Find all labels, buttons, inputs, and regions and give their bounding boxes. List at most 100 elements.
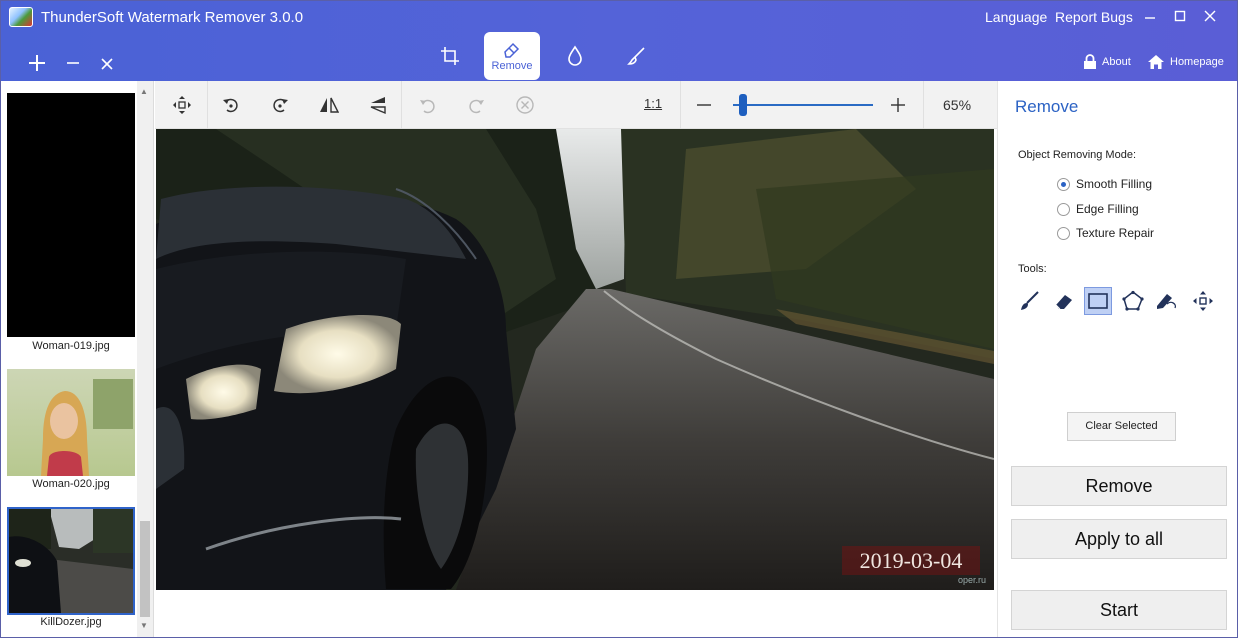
x-icon: [101, 58, 113, 70]
remove-settings-panel: Remove Object Removing Mode: Smooth Fill…: [997, 81, 1237, 637]
move-icon: [1193, 291, 1213, 311]
close-icon: [1204, 10, 1216, 22]
thumbnail-label: Woman-020.jpg: [32, 478, 110, 490]
rotate-right-button[interactable]: [266, 91, 294, 119]
pen-lasso-tool-button[interactable]: [1153, 287, 1181, 315]
tab-remove-label: Remove: [491, 60, 533, 72]
minus-icon: [67, 62, 79, 64]
homepage-link[interactable]: Homepage: [1147, 54, 1224, 70]
pen-icon: [1157, 294, 1177, 309]
brush-tool-button[interactable]: [1015, 287, 1043, 315]
lock-icon: [1084, 54, 1096, 69]
polygon-tool-button[interactable]: [1119, 287, 1147, 315]
mode-option-label: Smooth Filling: [1076, 177, 1153, 191]
cancel-button[interactable]: [511, 91, 539, 119]
scroll-thumb[interactable]: [140, 521, 150, 617]
mode-option-texture-repair[interactable]: Texture Repair: [1057, 226, 1154, 240]
flip-horizontal-button[interactable]: [315, 91, 343, 119]
minimize-icon: [1145, 17, 1155, 19]
zoom-slider-handle[interactable]: [739, 94, 747, 116]
mode-option-edge-filling[interactable]: Edge Filling: [1057, 202, 1139, 216]
maximize-button[interactable]: [1167, 6, 1193, 30]
eraser-tool-button[interactable]: [1050, 287, 1078, 315]
tab-remove[interactable]: Remove: [484, 32, 540, 80]
home-icon: [1148, 55, 1164, 69]
photo-credit: oper.ru: [958, 575, 987, 585]
thumbnail-woman-019[interactable]: [7, 93, 135, 337]
close-button[interactable]: [1197, 6, 1223, 30]
toolbar-separator: [207, 81, 208, 129]
car-road-photo: [156, 129, 994, 590]
woman-photo-thumbnail: [7, 369, 135, 476]
undo-button[interactable]: [414, 91, 442, 119]
report-bugs-link[interactable]: Report Bugs: [1055, 9, 1133, 25]
zoom-out-button[interactable]: [690, 91, 718, 119]
flip-horizontal-icon: [320, 97, 339, 113]
flip-vertical-button[interactable]: [364, 91, 392, 119]
move-tool-button[interactable]: [1189, 287, 1217, 315]
radio-button[interactable]: [1057, 177, 1070, 191]
app-window: ThunderSoft Watermark Remover 3.0.0 Lang…: [0, 0, 1238, 638]
tab-crop[interactable]: [422, 32, 478, 80]
zoom-in-icon: [891, 98, 905, 112]
about-link[interactable]: About: [1083, 54, 1131, 70]
tab-watermark[interactable]: [547, 32, 603, 80]
toolbar-separator: [401, 81, 402, 129]
plus-icon: [29, 55, 45, 71]
radio-button[interactable]: [1057, 226, 1070, 240]
crop-icon: [441, 47, 459, 65]
rotate-right-icon: [273, 98, 288, 113]
main-image[interactable]: 2019-03-04 oper.ru: [156, 129, 994, 590]
thumbnail-killdozer[interactable]: [7, 507, 135, 615]
car-photo-thumbnail: [9, 509, 133, 613]
rectangle-tool-button[interactable]: [1084, 287, 1112, 315]
move-icon: [173, 96, 191, 114]
actual-size-button[interactable]: 1:1: [644, 96, 662, 111]
add-file-button[interactable]: [27, 53, 47, 79]
zoom-in-button[interactable]: [884, 91, 912, 119]
mode-option-smooth-filling[interactable]: Smooth Filling: [1057, 177, 1152, 191]
undo-icon: [420, 99, 435, 114]
panel-title: Remove: [1015, 97, 1079, 116]
thumbnail-scrollbar[interactable]: ▲ ▼: [137, 81, 153, 637]
scroll-down-icon[interactable]: ▼: [140, 621, 148, 630]
toolbar-separator: [923, 81, 924, 129]
apply-to-all-button[interactable]: Apply to all: [1011, 519, 1227, 559]
redo-button[interactable]: [462, 91, 490, 119]
about-label: About: [1102, 56, 1131, 68]
remove-button[interactable]: Remove: [1011, 466, 1227, 506]
thumbnail-label: Woman-019.jpg: [32, 340, 110, 352]
zoom-out-icon: [697, 104, 711, 106]
tab-brush[interactable]: [609, 32, 665, 80]
redo-icon: [469, 99, 484, 114]
move-button[interactable]: [168, 91, 196, 119]
cancel-circle-icon: [516, 96, 534, 114]
watermark-date-stamp: 2019-03-04: [842, 546, 980, 575]
homepage-label: Homepage: [1170, 56, 1224, 68]
eraser-icon: [504, 42, 520, 58]
brush-icon: [627, 47, 645, 65]
thumbnail-woman-020[interactable]: [7, 369, 135, 476]
eraser-icon: [1055, 295, 1072, 310]
brush-icon: [1021, 291, 1039, 310]
radio-button[interactable]: [1057, 202, 1070, 216]
mode-option-label: Texture Repair: [1076, 226, 1155, 240]
tools-heading: Tools:: [1018, 263, 1047, 275]
maximize-icon: [1174, 10, 1186, 22]
app-title: ThunderSoft Watermark Remover 3.0.0: [41, 9, 304, 26]
image-canvas[interactable]: 2019-03-04 oper.ru: [155, 129, 997, 637]
scroll-up-icon[interactable]: ▲: [140, 87, 148, 96]
clear-files-button[interactable]: [99, 53, 115, 79]
polygon-icon: [1122, 290, 1144, 311]
zoom-level: 65%: [943, 97, 972, 113]
language-menu[interactable]: Language: [985, 9, 1047, 25]
mode-heading: Object Removing Mode:: [1018, 149, 1136, 161]
zoom-slider[interactable]: [733, 104, 873, 106]
remove-file-button[interactable]: [65, 53, 81, 79]
rotate-left-button[interactable]: [217, 91, 245, 119]
minimize-button[interactable]: [1137, 6, 1163, 30]
flip-vertical-icon: [370, 97, 386, 115]
clear-selected-button[interactable]: Clear Selected: [1067, 412, 1176, 441]
start-button[interactable]: Start: [1011, 590, 1227, 630]
title-bar: ThunderSoft Watermark Remover 3.0.0 Lang…: [1, 1, 1237, 81]
